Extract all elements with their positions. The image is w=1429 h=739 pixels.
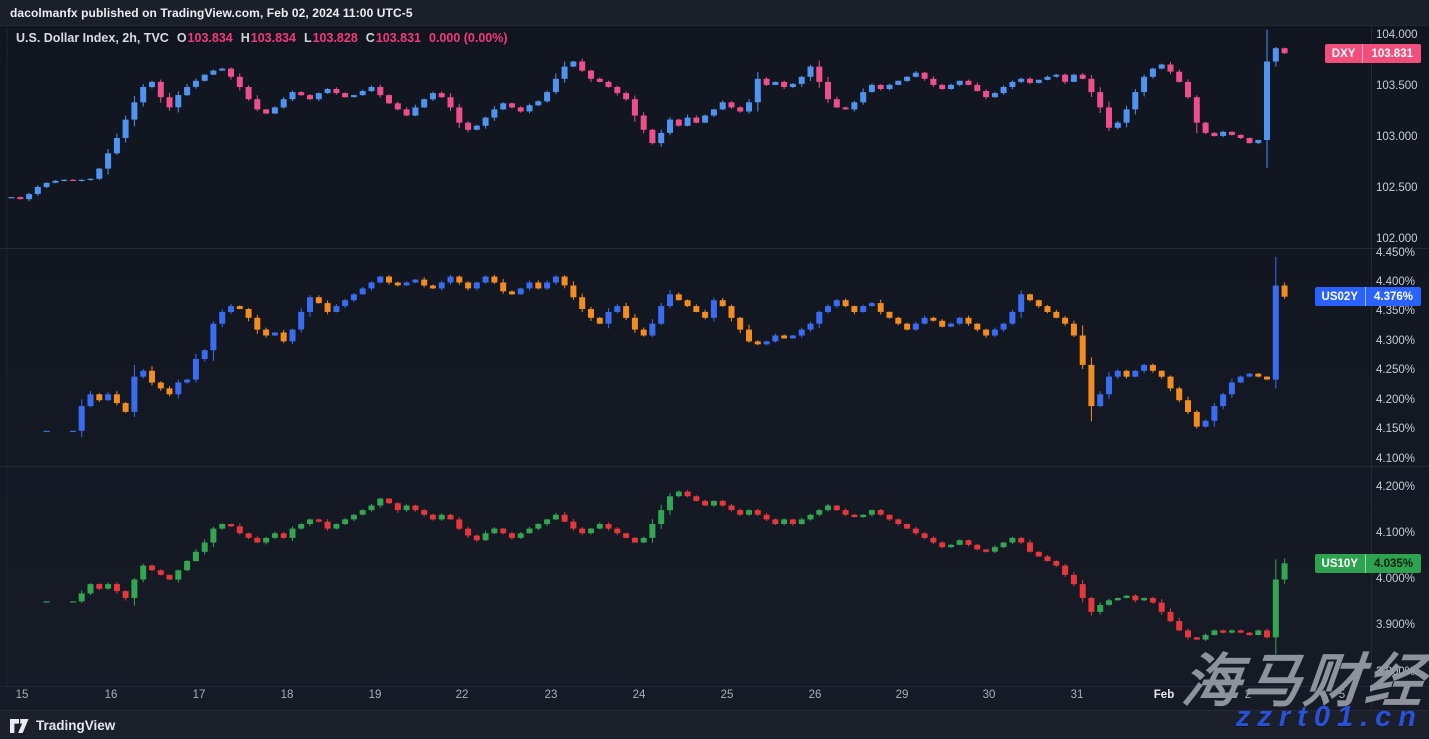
ohlc-value: 103.834 bbox=[251, 31, 296, 45]
price-tick-label: 4.100% bbox=[1376, 526, 1426, 541]
watermark-url: zzrt01.cn bbox=[1236, 701, 1423, 734]
ohlc-key: L bbox=[304, 31, 312, 45]
price-tick-label: 4.200% bbox=[1376, 393, 1426, 408]
ohlc-value: 103.834 bbox=[188, 31, 233, 45]
time-tick-label: 31 bbox=[1071, 689, 1084, 701]
price-tick-label: 102.500 bbox=[1376, 181, 1426, 196]
badge-price-value: 4.035% bbox=[1366, 554, 1421, 573]
time-tick-label: 18 bbox=[281, 689, 294, 701]
tradingview-snapshot: dacolmanfx published on TradingView.com,… bbox=[0, 0, 1429, 739]
last-price-badge-us10y: US10Y4.035% bbox=[1315, 554, 1421, 573]
time-tick-label: 17 bbox=[193, 689, 206, 701]
time-tick-label: 30 bbox=[983, 689, 996, 701]
price-tick-label: 4.450% bbox=[1376, 246, 1426, 261]
price-tick-label: 4.150% bbox=[1376, 422, 1426, 437]
time-tick-label: 15 bbox=[16, 689, 29, 701]
symbol-legend[interactable]: U.S. Dollar Index, 2h, TVC O103.834H103.… bbox=[16, 31, 508, 45]
badge-price-value: 4.376% bbox=[1366, 287, 1421, 306]
ohlc-key: C bbox=[366, 31, 375, 45]
tradingview-brand-text[interactable]: TradingView bbox=[36, 718, 115, 733]
tradingview-logo-icon[interactable] bbox=[10, 719, 29, 733]
ohlc-item: L103.828 bbox=[304, 31, 358, 45]
last-price-badge-us02y: US02Y4.376% bbox=[1315, 287, 1421, 306]
ohlc-value: 103.831 bbox=[376, 31, 421, 45]
price-tick-label: 103.000 bbox=[1376, 130, 1426, 145]
time-tick-label: 26 bbox=[809, 689, 822, 701]
ohlc-value: 103.828 bbox=[313, 31, 358, 45]
time-tick-label: 25 bbox=[721, 689, 734, 701]
price-tick-label: 4.350% bbox=[1376, 304, 1426, 319]
badge-symbol-label: DXY bbox=[1325, 44, 1363, 63]
price-tick-label: 4.300% bbox=[1376, 334, 1426, 349]
ohlc-item: O103.834 bbox=[177, 31, 233, 45]
price-tick-label: 103.500 bbox=[1376, 79, 1426, 94]
price-tick-label: 4.200% bbox=[1376, 480, 1426, 495]
symbol-title[interactable]: U.S. Dollar Index, 2h, TVC bbox=[16, 31, 169, 45]
price-tick-label: 104.000 bbox=[1376, 28, 1426, 43]
price-tick-label: 4.000% bbox=[1376, 572, 1426, 587]
time-tick-label: 23 bbox=[545, 689, 558, 701]
ohlc-key: O bbox=[177, 31, 187, 45]
ohlc-key: H bbox=[241, 31, 250, 45]
price-tick-label: 4.100% bbox=[1376, 452, 1426, 467]
time-tick-label: 29 bbox=[896, 689, 909, 701]
price-tick-label: 4.250% bbox=[1376, 363, 1426, 378]
time-tick-label: 22 bbox=[456, 689, 469, 701]
last-price-badge-dxy: DXY103.831 bbox=[1325, 44, 1421, 63]
price-tick-label: 3.900% bbox=[1376, 618, 1426, 633]
ohlc-item: H103.834 bbox=[241, 31, 296, 45]
candlestick-chart-canvas[interactable] bbox=[0, 0, 1429, 739]
badge-symbol-label: US02Y bbox=[1315, 287, 1365, 306]
time-tick-label: 24 bbox=[633, 689, 646, 701]
ohlc-item: C103.831 bbox=[366, 31, 421, 45]
time-tick-label: Feb bbox=[1154, 689, 1174, 701]
price-tick-label: 102.000 bbox=[1376, 232, 1426, 247]
badge-symbol-label: US10Y bbox=[1315, 554, 1365, 573]
ohlc-values: O103.834H103.834L103.828C103.831 bbox=[177, 31, 421, 45]
time-tick-label: 16 bbox=[105, 689, 118, 701]
time-tick-label: 19 bbox=[369, 689, 382, 701]
badge-price-value: 103.831 bbox=[1363, 44, 1421, 63]
change-value: 0.000 (0.00%) bbox=[429, 31, 508, 45]
